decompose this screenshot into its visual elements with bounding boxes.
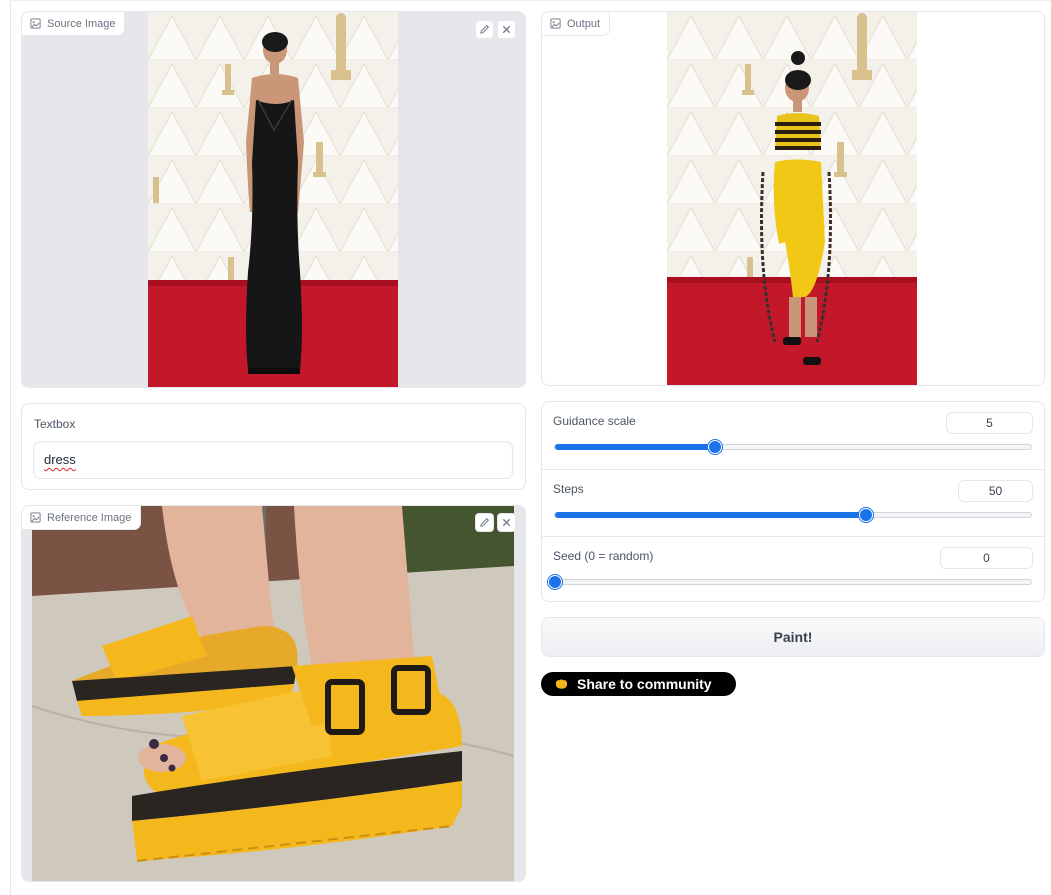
source-image-panel[interactable]: Source Image xyxy=(21,11,526,388)
output-photo xyxy=(667,12,917,385)
image-icon xyxy=(30,18,41,29)
guidance-scale-row: Guidance scale 5 xyxy=(542,402,1044,469)
seed-input[interactable]: 0 xyxy=(940,547,1033,569)
edit-icon xyxy=(480,518,489,527)
reference-image-panel[interactable]: Reference Image xyxy=(21,505,526,882)
page-border xyxy=(10,0,11,895)
steps-fill xyxy=(555,512,866,518)
guidance-scale-thumb[interactable] xyxy=(707,440,722,454)
edit-icon xyxy=(480,25,489,34)
textbox-panel: Textbox dress xyxy=(21,403,526,490)
page-border-top xyxy=(10,0,1051,1)
source-image-label-text: Source Image xyxy=(47,17,116,30)
paint-button[interactable]: Paint! xyxy=(541,617,1045,657)
steps-row: Steps 50 xyxy=(542,469,1044,536)
image-icon xyxy=(550,18,561,29)
settings-panel: Guidance scale 5 Steps 50 Seed (0 = rand… xyxy=(541,401,1045,602)
clear-button[interactable] xyxy=(497,20,516,39)
source-image-tools xyxy=(475,20,516,39)
guidance-scale-slider[interactable] xyxy=(554,440,1032,454)
edit-button[interactable] xyxy=(475,513,494,532)
clear-button[interactable] xyxy=(497,513,516,532)
textbox-label: Textbox xyxy=(34,417,76,431)
close-icon xyxy=(502,518,511,527)
guidance-scale-fill xyxy=(555,444,715,450)
source-image-label: Source Image xyxy=(22,12,126,36)
output-image-label-text: Output xyxy=(567,17,601,30)
reference-image-label-text: Reference Image xyxy=(47,511,132,524)
close-icon xyxy=(502,25,511,34)
seed-thumb[interactable] xyxy=(548,575,562,589)
seed-slider[interactable] xyxy=(548,575,1032,589)
source-photo xyxy=(148,12,398,387)
prompt-input-value: dress xyxy=(44,452,76,467)
steps-slider[interactable] xyxy=(554,508,1032,522)
steps-input[interactable]: 50 xyxy=(958,480,1033,502)
hugging-face-icon xyxy=(555,679,568,689)
steps-label: Steps xyxy=(553,482,584,496)
reference-image-label: Reference Image xyxy=(22,506,142,530)
steps-thumb[interactable] xyxy=(858,508,873,522)
seed-row: Seed (0 = random) 0 xyxy=(542,536,1044,601)
output-image-label: Output xyxy=(542,12,611,36)
edit-button[interactable] xyxy=(475,20,494,39)
guidance-scale-label: Guidance scale xyxy=(553,414,636,428)
reference-photo xyxy=(32,506,514,881)
share-to-community-button[interactable]: Share to community xyxy=(541,672,736,696)
image-icon xyxy=(30,512,41,523)
guidance-scale-input[interactable]: 5 xyxy=(946,412,1033,434)
reference-image-tools xyxy=(475,513,516,532)
output-image-panel: Output xyxy=(541,11,1045,386)
prompt-input[interactable]: dress xyxy=(33,441,513,479)
share-button-label: Share to community xyxy=(577,676,712,692)
seed-label: Seed (0 = random) xyxy=(553,549,654,563)
